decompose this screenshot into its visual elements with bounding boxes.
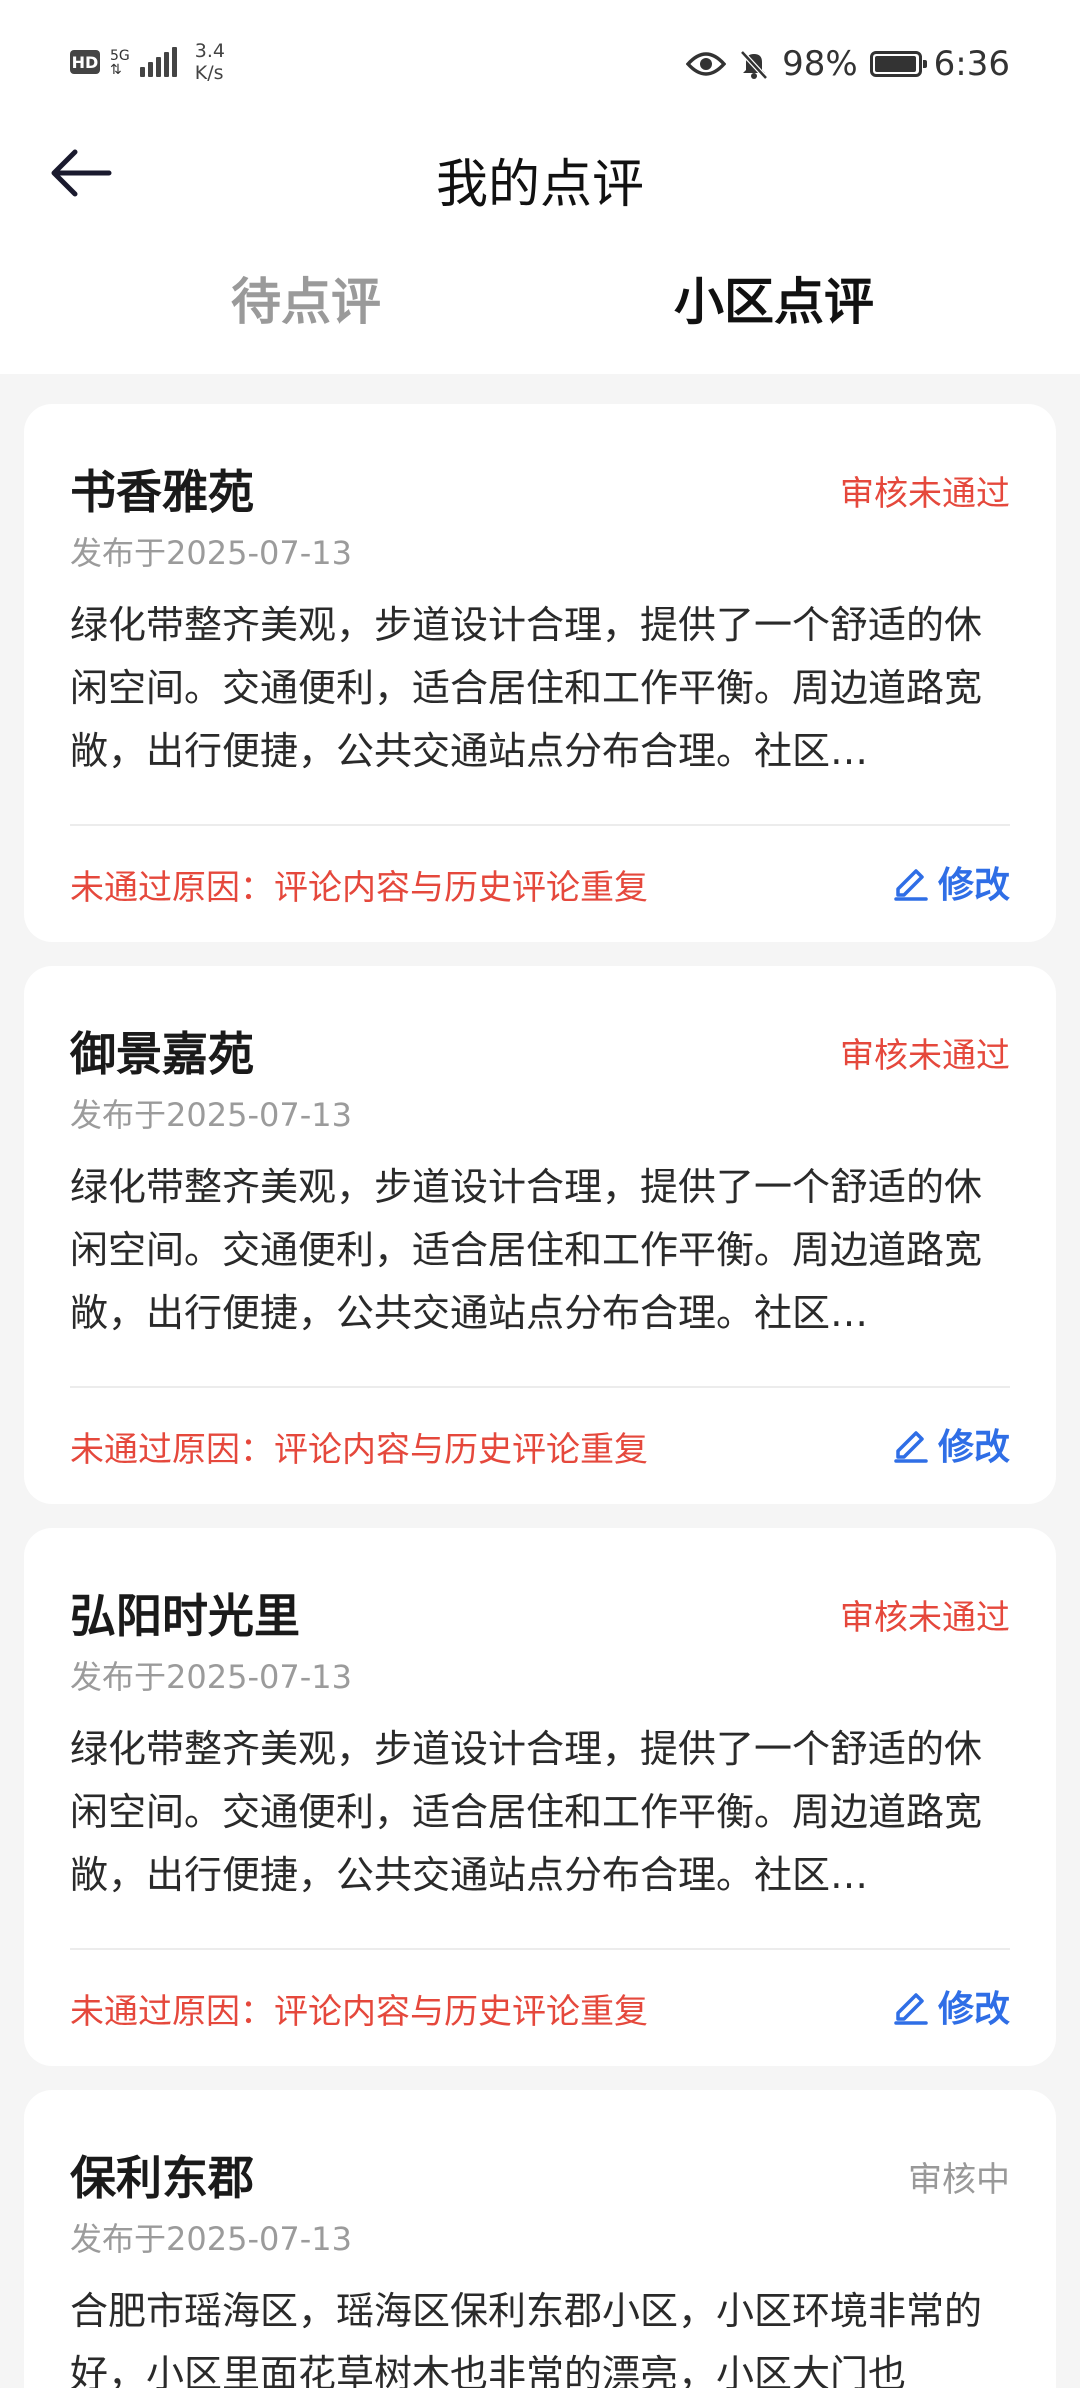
review-text: 绿化带整齐美观，步道设计合理，提供了一个舒适的休闲空间。交通便利，适合居住和工作… xyxy=(70,603,983,773)
divider xyxy=(70,1948,1010,1950)
review-card[interactable]: 弘阳时光里 审核未通过 发布于2025-07-13 绿化带整齐美观，步道设计合理… xyxy=(24,1528,1056,2066)
publish-date: 发布于2025-07-13 xyxy=(70,1658,352,1696)
status-bar: HD 5G ⇅ 3.4 K/s 98% 6:36 xyxy=(0,0,1080,130)
battery-icon xyxy=(869,51,927,77)
tab-label: 小区点评 xyxy=(674,273,874,331)
review-card[interactable]: 御景嘉苑 审核未通过 发布于2025-07-13 绿化带整齐美观，步道设计合理，… xyxy=(24,966,1056,1504)
publish-date: 发布于2025-07-13 xyxy=(70,2220,352,2258)
publish-date: 发布于2025-07-13 xyxy=(70,534,352,572)
edit-label: 修改 xyxy=(937,1427,1010,1468)
signal-bars-icon xyxy=(139,47,177,77)
tab-pending-review[interactable]: 待点评 xyxy=(156,262,456,334)
rejection-reason: 未通过原因：评论内容与历史评论重复 xyxy=(70,1430,648,1470)
review-status: 审核中 xyxy=(908,2160,1010,2200)
review-text: 绿化带整齐美观，步道设计合理，提供了一个舒适的休闲空间。交通便利，适合居住和工作… xyxy=(70,1727,983,1897)
community-name: 保利东郡 xyxy=(70,2151,254,2205)
rejection-reason: 未通过原因：评论内容与历史评论重复 xyxy=(70,1992,648,2032)
community-name: 书香雅苑 xyxy=(70,465,254,519)
data-arrows-icon: ⇅ xyxy=(110,62,122,78)
battery-fill xyxy=(874,56,916,72)
battery-percent: 98% xyxy=(782,44,858,84)
pencil-icon xyxy=(894,869,928,901)
status-right: 98% 6:36 xyxy=(686,44,1010,84)
edit-label: 修改 xyxy=(937,1989,1010,2030)
review-status: 审核未通过 xyxy=(840,1036,1010,1076)
hd-icon: HD xyxy=(70,50,100,74)
community-name: 弘阳时光里 xyxy=(70,1589,300,1643)
tab-community-review[interactable]: 小区点评 xyxy=(624,262,924,334)
signal-icon: 5G ⇅ xyxy=(110,47,177,77)
network-type-label: 5G xyxy=(110,48,130,64)
edit-label: 修改 xyxy=(937,865,1010,906)
publish-date: 发布于2025-07-13 xyxy=(70,1096,352,1134)
eye-icon xyxy=(686,52,727,76)
tab-label: 待点评 xyxy=(231,273,381,331)
bell-off-icon xyxy=(740,50,768,80)
pencil-icon xyxy=(894,1431,928,1463)
status-left: HD 5G ⇅ 3.4 K/s xyxy=(70,40,225,84)
divider xyxy=(70,824,1010,826)
review-card[interactable]: 书香雅苑 审核未通过 发布于2025-07-13 绿化带整齐美观，步道设计合理，… xyxy=(24,404,1056,942)
clock: 6:36 xyxy=(933,44,1010,84)
page-title: 我的点评 xyxy=(435,155,644,215)
rejection-reason: 未通过原因：评论内容与历史评论重复 xyxy=(70,868,648,908)
review-text: 合肥市瑶海区，瑶海区保利东郡小区，小区环境非常的好，小区里面花草树木也非常的漂亮… xyxy=(70,2289,983,2388)
community-name: 御景嘉苑 xyxy=(70,1027,254,1081)
header: 我的点评 xyxy=(0,120,1080,230)
review-status: 审核未通过 xyxy=(840,1598,1010,1638)
network-type: 5G ⇅ xyxy=(110,49,130,77)
divider xyxy=(70,1386,1010,1388)
tab-bar: 待点评 小区点评 xyxy=(0,262,1080,342)
pencil-icon xyxy=(894,1993,928,2025)
review-status: 审核未通过 xyxy=(840,474,1010,514)
edit-button[interactable]: 修改 xyxy=(892,1980,1010,2032)
edit-button[interactable]: 修改 xyxy=(892,856,1010,908)
net-speed-unit: K/s xyxy=(194,62,224,84)
edit-button[interactable]: 修改 xyxy=(892,1418,1010,1470)
net-speed-value: 3.4 xyxy=(194,40,225,62)
review-text: 绿化带整齐美观，步道设计合理，提供了一个舒适的休闲空间。交通便利，适合居住和工作… xyxy=(70,1165,983,1335)
review-card[interactable]: 保利东郡 审核中 发布于2025-07-13 合肥市瑶海区，瑶海区保利东郡小区，… xyxy=(24,2090,1056,2388)
net-speed: 3.4 K/s xyxy=(195,40,225,84)
